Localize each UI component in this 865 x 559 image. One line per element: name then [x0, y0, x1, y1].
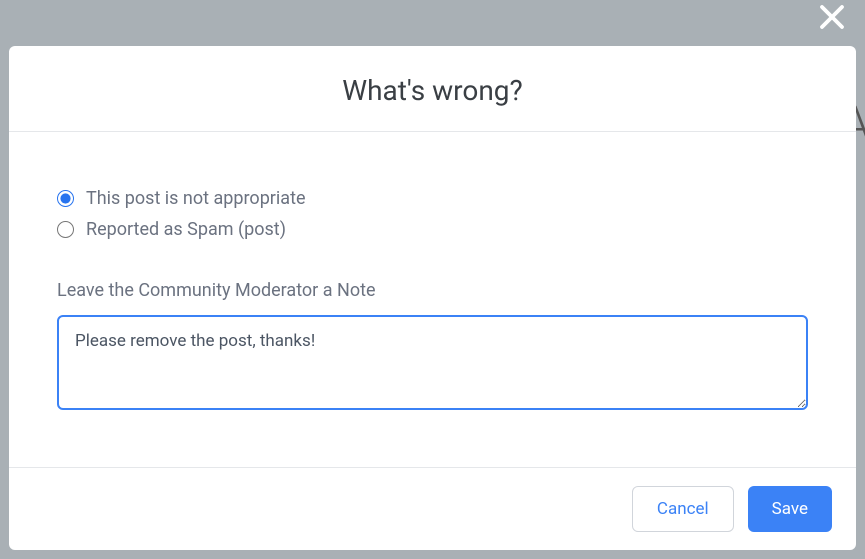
modal-body: This post is not appropriate Reported as… — [9, 132, 856, 467]
close-icon[interactable] — [817, 0, 847, 40]
save-button[interactable]: Save — [748, 486, 832, 532]
radio-label-spam[interactable]: Reported as Spam (post) — [86, 219, 286, 240]
report-modal: What's wrong? This post is not appropria… — [9, 46, 856, 550]
radio-inappropriate[interactable] — [57, 190, 74, 207]
report-reason-group: This post is not appropriate Reported as… — [57, 188, 808, 240]
note-textarea[interactable] — [57, 315, 808, 410]
modal-footer: Cancel Save — [9, 467, 856, 550]
radio-option-spam[interactable]: Reported as Spam (post) — [57, 219, 808, 240]
modal-header: What's wrong? — [9, 46, 856, 132]
modal-title: What's wrong? — [29, 74, 836, 107]
radio-option-inappropriate[interactable]: This post is not appropriate — [57, 188, 808, 209]
note-label: Leave the Community Moderator a Note — [57, 280, 808, 301]
radio-spam[interactable] — [57, 221, 74, 238]
cancel-button[interactable]: Cancel — [632, 486, 734, 532]
radio-label-inappropriate[interactable]: This post is not appropriate — [86, 188, 306, 209]
